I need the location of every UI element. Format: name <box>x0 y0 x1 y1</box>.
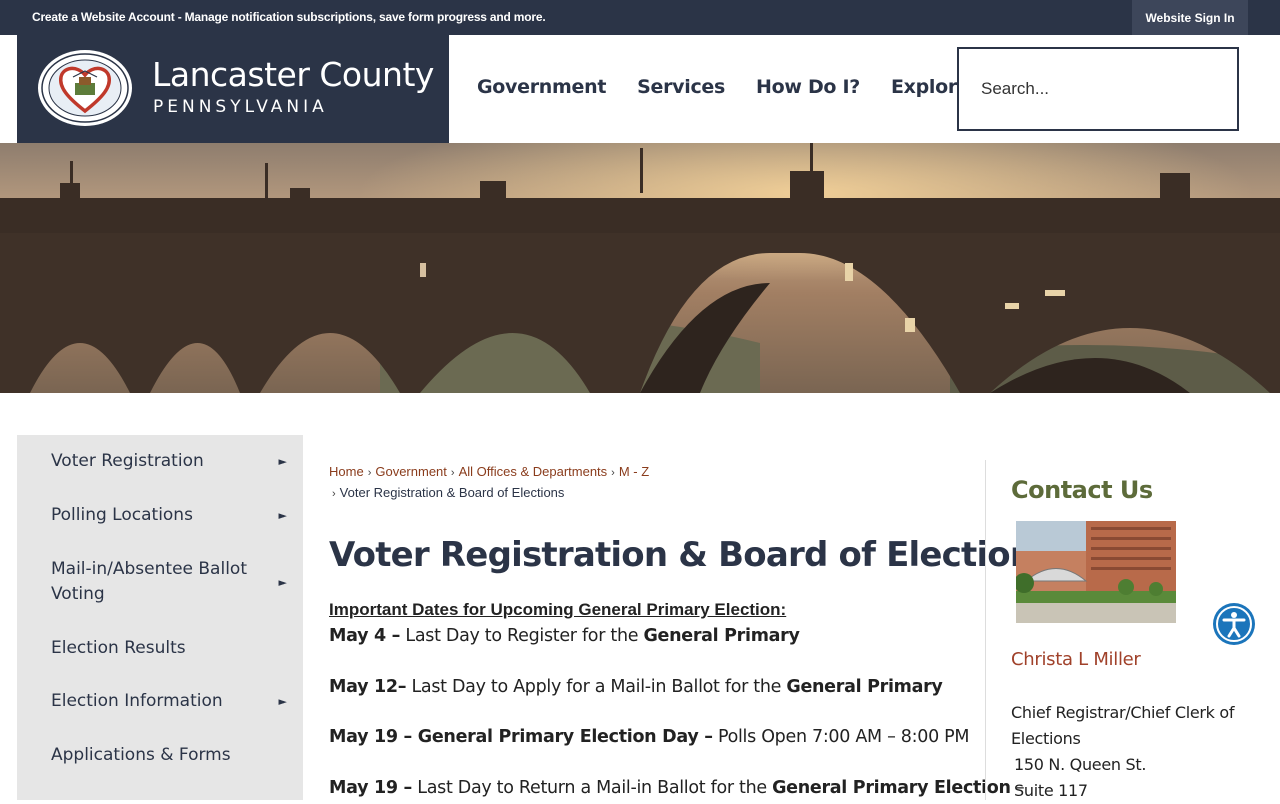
breadcrumb-government[interactable]: Government <box>375 464 447 479</box>
address-line-2: Suite 117 <box>1014 781 1088 800</box>
sidebar-item-label: Polling Locations <box>51 505 193 525</box>
accessibility-icon[interactable] <box>1213 603 1255 645</box>
sidebar-item-applications-forms[interactable]: Applications & Forms <box>17 743 303 768</box>
website-sign-in-button[interactable]: Website Sign In <box>1132 0 1248 35</box>
breadcrumb-current: Voter Registration & Board of Elections <box>339 485 565 500</box>
sidebar-item-label: Mail-in/Absentee Ballot Voting <box>51 559 247 604</box>
sidebar-item-election-information[interactable]: Election Information ► <box>17 689 303 714</box>
nav-how-do-i[interactable]: How Do I? <box>756 76 860 98</box>
site-subtitle: PENNSYLVANIA <box>153 97 328 117</box>
site-title: Lancaster County <box>152 55 434 94</box>
search-box <box>957 47 1239 131</box>
date-item: May 4 – Last Day to Register for the Gen… <box>329 626 800 646</box>
nav-services[interactable]: Services <box>637 76 725 98</box>
date-item: May 12– Last Day to Apply for a Mail-in … <box>329 677 943 697</box>
sidebar-item-voter-registration[interactable]: Voter Registration ► <box>17 449 303 474</box>
sidebar-item-label: Applications & Forms <box>51 745 231 765</box>
search-input[interactable] <box>959 49 1237 129</box>
submenu-arrow-icon[interactable]: ► <box>279 570 287 595</box>
breadcrumb-m-z[interactable]: M - Z <box>619 464 649 479</box>
date-item: May 19 – Last Day to Return a Mail-in Ba… <box>329 778 1025 798</box>
sidebar-item-label: Election Results <box>51 638 186 658</box>
sidebar-item-polling-locations[interactable]: Polling Locations ► <box>17 503 303 528</box>
submenu-arrow-icon[interactable]: ► <box>279 449 287 474</box>
submenu-arrow-icon[interactable]: ► <box>279 689 287 714</box>
section-sidebar-nav: Voter Registration ► Polling Locations ►… <box>17 435 303 800</box>
page-title: Voter Registration & Board of Elections <box>329 535 1054 575</box>
contact-us-heading: Contact Us <box>1011 476 1153 504</box>
site-logo[interactable]: Lancaster County PENNSYLVANIA <box>17 35 449 143</box>
sidebar-item-label: Election Information <box>51 691 223 711</box>
important-dates-heading: Important Dates for Upcoming General Pri… <box>329 600 787 619</box>
contact-name-link[interactable]: Christa L Miller <box>1011 649 1141 670</box>
county-seal-icon <box>38 50 132 126</box>
breadcrumb-all-offices[interactable]: All Offices & Departments <box>459 464 608 479</box>
column-divider <box>985 460 986 800</box>
create-account-link[interactable]: Create a Website Account - Manage notifi… <box>32 10 546 24</box>
submenu-arrow-icon[interactable]: ► <box>279 503 287 528</box>
address-line-1: 150 N. Queen St. <box>1014 755 1147 774</box>
sidebar-item-election-results[interactable]: Election Results <box>17 636 303 661</box>
hero-banner-image <box>0 143 1280 393</box>
date-item: May 19 – General Primary Election Day – … <box>329 727 970 747</box>
utility-bar: Create a Website Account - Manage notifi… <box>0 0 1280 35</box>
sidebar-item-label: Voter Registration <box>51 451 204 471</box>
contact-role: Chief Registrar/Chief Clerk of Elections <box>1011 703 1235 748</box>
main-content: Important Dates for Upcoming General Pri… <box>329 600 1025 801</box>
contact-address: 150 N. Queen St. Suite 117 <box>1014 752 1146 804</box>
nav-government[interactable]: Government <box>477 76 606 98</box>
breadcrumb: Home › Government › All Offices & Department… <box>329 464 650 500</box>
office-building-photo <box>1016 521 1176 623</box>
sidebar-item-mail-in-absentee[interactable]: Mail-in/Absentee Ballot Voting ► <box>17 557 303 607</box>
breadcrumb-home[interactable]: Home <box>329 464 364 479</box>
main-navigation: Government Services How Do I? Explore <box>477 76 1001 98</box>
